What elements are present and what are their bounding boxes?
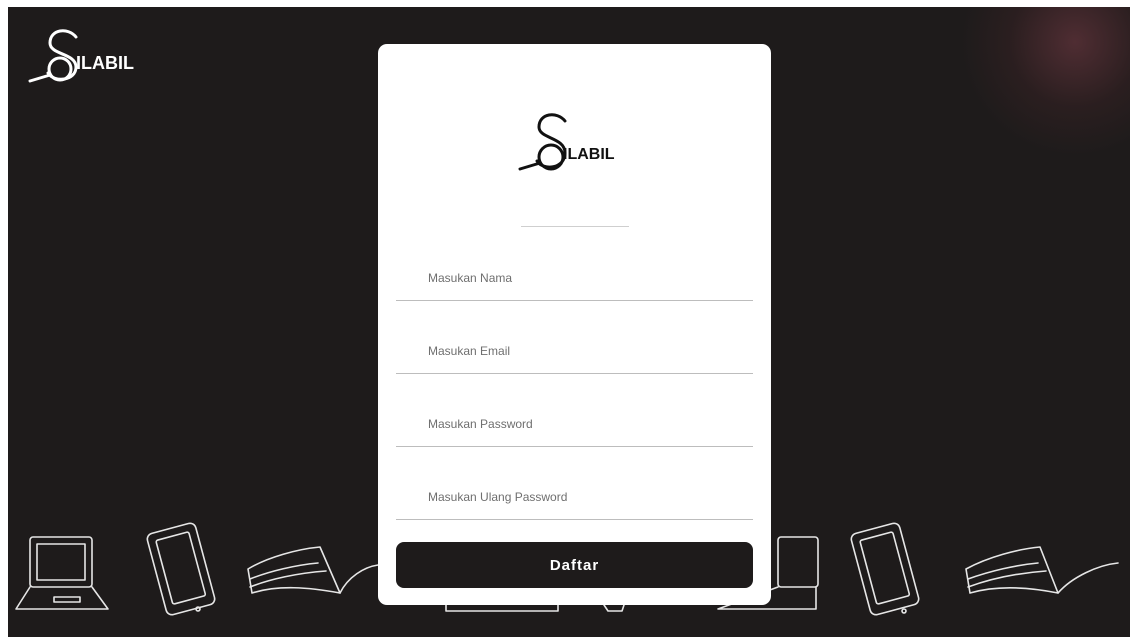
password-field[interactable] [396, 402, 753, 447]
confirm-password-field[interactable] [396, 475, 753, 520]
phone-icon [146, 522, 216, 616]
email-input[interactable] [396, 329, 753, 373]
laptop-icon [15, 536, 109, 610]
phone-icon-2 [850, 522, 920, 616]
brand-logo-card: ILABIL [518, 113, 615, 171]
open-book-icon-2 [965, 546, 1119, 594]
magnifier-s-icon [28, 29, 78, 83]
brand-logo-corner: ILABIL [28, 29, 134, 83]
name-input[interactable] [396, 256, 753, 300]
magnifier-s-icon [518, 113, 567, 171]
open-book-icon [247, 546, 379, 594]
corner-glow [960, 7, 1130, 157]
name-field[interactable] [396, 256, 753, 301]
register-button[interactable]: Daftar [396, 542, 753, 588]
email-field[interactable] [396, 329, 753, 374]
confirm-password-input[interactable] [396, 475, 753, 519]
register-card: ILABIL Daftar [378, 44, 771, 605]
brand-logo-text: ILABIL [76, 53, 134, 73]
password-input[interactable] [396, 402, 753, 446]
divider [521, 226, 629, 227]
card-logo-text: ILABIL [563, 146, 615, 163]
page-background: ILABIL ILABIL Masukan Nama Masukan Email… [8, 7, 1130, 637]
